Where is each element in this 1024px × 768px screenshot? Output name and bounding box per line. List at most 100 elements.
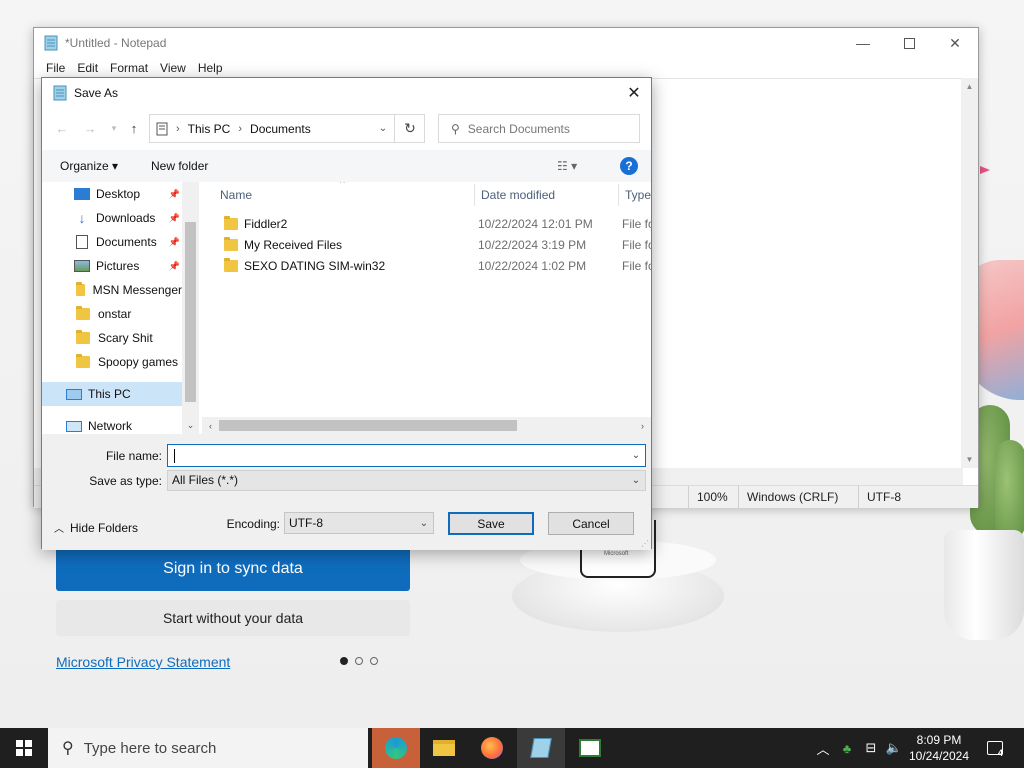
hide-folders-button[interactable]: ︿ Hide Folders [54,520,138,536]
notification-center-button[interactable]: 4 [980,728,1010,768]
file-type: File fo [622,258,651,273]
scroll-right-icon[interactable]: › [634,417,651,434]
navigation-pane-scrollbar[interactable]: ⌄ [182,182,199,434]
forward-button[interactable]: → [80,116,100,140]
encoding-select[interactable]: UTF-8 ⌄ [284,512,434,534]
show-hidden-icons-button[interactable]: ︿ [814,728,832,768]
menu-edit[interactable]: Edit [71,58,104,78]
scroll-down-icon[interactable]: ⌄ [182,417,199,434]
dialog-title: Save As [74,86,119,100]
nav-item-scary-shit[interactable]: Scary Shit [42,326,182,350]
chevron-up-icon: ︿ [816,741,830,757]
taskbar-clock[interactable]: 8:09 PM 10/24/2024 [904,732,974,764]
nav-item-network[interactable]: Network [42,414,182,434]
taskbar-search-box[interactable]: ⚲ Type here to search [48,728,368,768]
save-button[interactable]: Save [448,512,534,535]
minimize-icon: — [856,35,870,51]
column-header-date[interactable]: Date modified [481,182,555,208]
status-line-ending: Windows (CRLF) [738,486,858,509]
nav-item-this-pc[interactable]: This PC [42,382,182,406]
minimize-button[interactable]: — [840,28,886,58]
file-row[interactable]: My Received Files 10/22/2024 3:19 PM Fil… [218,234,651,255]
refresh-icon: ↻ [404,120,416,136]
encoding-dropdown-button[interactable]: ⌄ [415,513,433,533]
taskbar-file-explorer[interactable] [420,728,468,768]
column-header-name[interactable]: Name [220,182,252,208]
breadcrumb-this-pc[interactable]: This PC [188,122,231,136]
breadcrumb-documents[interactable]: Documents [250,122,311,136]
pictures-icon [74,260,90,272]
cancel-button[interactable]: Cancel [548,512,634,535]
address-dropdown-button[interactable]: ⌄ [372,115,394,142]
nav-item-spoopy-games[interactable]: Spoopy games [42,350,182,374]
close-button[interactable]: ✕ [932,28,978,58]
file-row[interactable]: Fiddler2 10/22/2024 12:01 PM File fo [218,213,651,234]
resize-grip-icon[interactable]: ⋰ [641,539,649,548]
taskbar: ⚲ Type here to search ︿ ♣ ⊟ 🔈 8:09 PM 10… [0,728,1024,768]
scroll-down-icon[interactable]: ▼ [961,451,978,468]
menu-view[interactable]: View [154,58,192,78]
save-as-type-dropdown-button[interactable]: ⌄ [627,471,645,490]
file-name-input[interactable]: ⌄ [167,444,646,467]
file-name: Fiddler2 [244,216,288,231]
save-as-type-select[interactable]: All Files (*.*) ⌄ [167,470,646,491]
refresh-button[interactable]: ↻ [394,114,425,143]
scroll-up-icon[interactable]: ▲ [961,78,978,95]
back-button[interactable]: ← [52,116,72,140]
dialog-title-bar[interactable]: Save As ✕ [42,78,651,108]
privacy-statement-link[interactable]: Microsoft Privacy Statement [56,654,230,670]
carousel-dot[interactable] [370,657,378,665]
nav-item-msn-messenger[interactable]: MSN Messenger [42,278,182,302]
new-folder-button[interactable]: New folder [151,150,208,182]
nav-item-desktop[interactable]: Desktop 📌 [42,182,182,206]
nav-item-pictures[interactable]: Pictures 📌 [42,254,182,278]
taskbar-notepad[interactable] [517,728,565,768]
maximize-button[interactable] [886,28,932,58]
scrollbar-thumb[interactable] [219,420,517,431]
chevron-down-icon: ⌄ [378,123,388,134]
notification-count: 4 [998,748,1004,758]
sign-in-sync-button[interactable]: Sign in to sync data [56,546,410,591]
help-icon[interactable]: ? [620,157,638,175]
encoding-value: UTF-8 [289,516,323,530]
file-name-label: File name: [105,449,162,463]
nav-item-documents[interactable]: Documents 📌 [42,230,182,254]
taskbar-app-window[interactable] [566,728,614,768]
carousel-dot[interactable] [340,657,348,665]
tray-app-icon[interactable]: ♣ [836,728,858,768]
scroll-left-icon[interactable]: ‹ [202,417,219,434]
carousel-dot[interactable] [355,657,363,665]
volume-icon[interactable]: 🔈 [884,728,904,768]
column-header-type[interactable]: Type [625,182,651,208]
organize-button[interactable]: Organize ▾ [60,150,118,182]
start-without-data-button[interactable]: Start without your data [56,600,410,636]
address-bar[interactable]: › This PC › Documents ⌄ [149,114,425,143]
nav-item-downloads[interactable]: ↓ Downloads 📌 [42,206,182,230]
file-date: 10/22/2024 12:01 PM [478,216,593,231]
scrollbar-thumb[interactable] [185,222,196,402]
search-box[interactable]: ⚲ Search Documents [438,114,640,143]
notepad-title-bar[interactable]: *Untitled - Notepad — ✕ [34,28,978,58]
dialog-close-button[interactable]: ✕ [617,78,651,108]
pin-icon: 📌 [168,236,180,247]
column-divider[interactable] [474,184,475,206]
file-row[interactable]: SEXO DATING SIM-win32 10/22/2024 1:02 PM… [218,255,651,276]
file-date: 10/22/2024 1:02 PM [478,258,587,273]
notepad-vertical-scrollbar[interactable]: ▲ ▼ [961,78,978,468]
chevron-down-icon: ▾ [111,122,117,133]
column-divider[interactable] [618,184,619,206]
network-icon[interactable]: ⊟ [860,728,882,768]
menu-file[interactable]: File [40,58,71,78]
file-name-dropdown-button[interactable]: ⌄ [627,445,645,466]
menu-format[interactable]: Format [104,58,154,78]
up-button[interactable]: ↑ [124,116,144,140]
taskbar-edge[interactable] [372,728,420,768]
start-button[interactable] [0,728,48,768]
nav-item-onstar[interactable]: onstar [42,302,182,326]
file-list-horizontal-scrollbar[interactable]: ‹ › [202,417,651,434]
menu-help[interactable]: Help [192,58,229,78]
file-type: File fo [622,237,651,252]
taskbar-firefox[interactable] [468,728,516,768]
recent-locations-button[interactable]: ▾ [104,116,124,140]
view-options-icon[interactable]: ☷ ▾ [557,150,577,182]
